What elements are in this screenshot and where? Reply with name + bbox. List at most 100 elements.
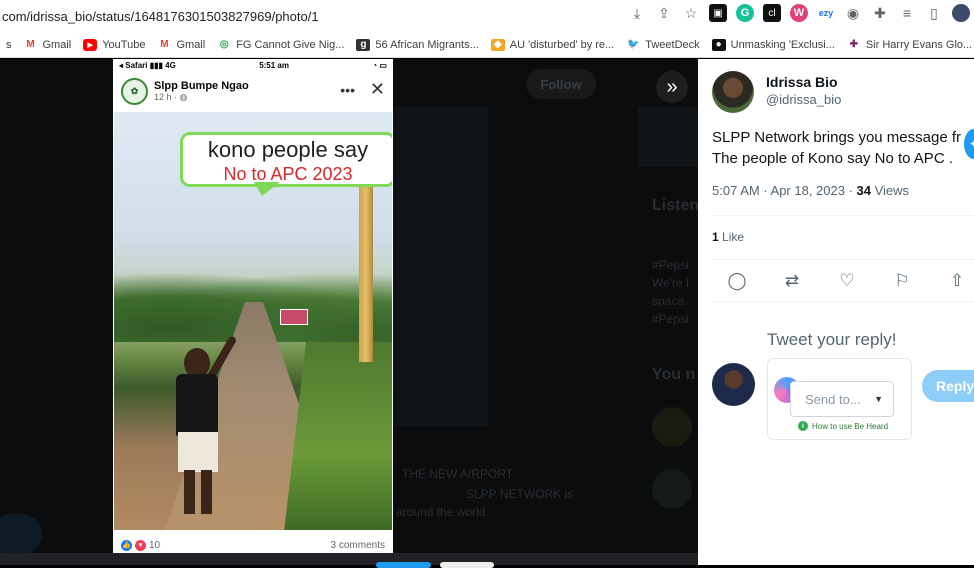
billboard-caption: kono people say No to APC 2023: [180, 132, 392, 187]
bookmark-item[interactable]: 🐦 TweetDeck: [620, 39, 705, 51]
extension-ezy-icon[interactable]: ezy: [817, 4, 835, 22]
bookmark-item[interactable]: M Gmail: [18, 39, 78, 51]
post-time: 12 h · ◍: [154, 91, 188, 102]
bookmark-star-icon[interactable]: ☆: [682, 4, 700, 22]
bookmark-item[interactable]: ◎ FG Cannot Give Nig...: [211, 39, 350, 51]
billboard-tail: [254, 182, 280, 196]
media-queue-icon[interactable]: ≡: [898, 4, 916, 22]
background-text: We're l: [652, 276, 689, 290]
reply-prompt: Tweet your reply!: [767, 330, 897, 349]
likes-label: Like: [718, 230, 745, 244]
author-avatar[interactable]: [712, 71, 754, 113]
background-text: #Pepsi: [652, 258, 689, 272]
expand-chevrons-icon[interactable]: »: [656, 71, 688, 103]
views-count: 34: [856, 183, 871, 198]
divider: [712, 301, 974, 302]
bookmark-label: AU 'disturbed' by re...: [509, 38, 615, 51]
reply-button[interactable]: Reply: [922, 370, 974, 402]
current-user-avatar[interactable]: [712, 363, 755, 406]
twitter-icon: 🐦: [626, 39, 640, 50]
bookmarks-bar: s M Gmail ▶ YouTube M Gmail ◎ FG Cannot Give…: [0, 32, 974, 58]
reaction-count: 10: [149, 539, 161, 551]
orange-icon: ◆: [490, 38, 505, 51]
fb-post-header: ✿ Slpp Bumpe Ngao 12 h · ◍ ••• ✕: [113, 72, 393, 110]
page-name: Slpp Bumpe Ngao: [154, 79, 249, 92]
billboard-photo: kono people say No to APC 2023: [114, 112, 392, 530]
extension-notion-icon[interactable]: ▣: [709, 4, 727, 22]
divider: [712, 259, 974, 260]
fb-post-footer: 👍 ♥ 10 3 comments: [113, 535, 393, 555]
bookmark-label: 56 African Migrants...: [375, 38, 479, 51]
bottom-secondary-button[interactable]: [440, 562, 494, 568]
bookmark-icon[interactable]: ⚐: [893, 271, 911, 291]
crest-icon: ✚: [849, 39, 859, 50]
caret-down-icon: ▼: [874, 394, 883, 404]
info-icon: i: [798, 421, 808, 431]
author-name[interactable]: Idrissa Bio: [766, 74, 841, 90]
man-legs: [184, 470, 212, 514]
bookmark-label: Gmail: [42, 38, 72, 51]
tweet-timestamp[interactable]: 5:07 AM · Apr 18, 2023 ·: [712, 183, 857, 198]
extension-w-icon[interactable]: W: [790, 4, 808, 22]
bookmark-item[interactable]: ✚ Sir Harry Evans Glo...: [841, 39, 974, 51]
likes-link[interactable]: 1 Like: [712, 230, 744, 244]
send-to-placeholder: Send to...: [805, 391, 861, 407]
status-time: 5:51 am: [259, 61, 289, 70]
author-handle[interactable]: @idrissa_bio: [766, 92, 841, 107]
background-tweet-image: [393, 107, 488, 427]
extension-cl-icon[interactable]: cl: [763, 4, 781, 22]
retweet-icon[interactable]: ⇄: [783, 271, 801, 291]
status-right: ◔ ▭: [372, 61, 387, 70]
extensions-puzzle-icon[interactable]: ✚: [871, 4, 889, 22]
bookmark-label: Sir Harry Evans Glo...: [865, 38, 973, 51]
extension-grammarly-icon[interactable]: G: [736, 4, 754, 22]
toolbar-icons: ⤓ ⇪ ☆ ▣ G cl W ezy ◉ ✚ ≡ ▯: [628, 4, 970, 22]
tweet-photo[interactable]: ◂ Safari ▮▮▮ 4G 5:51 am ◔ ▭ ✿ Slpp Bumpe…: [113, 59, 393, 555]
like-reaction-icon: 👍: [121, 539, 132, 551]
background-text: #Pepsi: [652, 312, 689, 326]
reply-icon[interactable]: ◯: [727, 271, 746, 291]
be-heard-help-text: How to use Be Heard: [812, 421, 889, 431]
background-text: Listen: [652, 197, 698, 214]
be-heard-widget: Send to... ▼ i How to use Be Heard: [767, 358, 912, 440]
address-bar[interactable]: com/idrissa_bio/status/16481763015038279…: [0, 0, 974, 32]
like-heart-icon[interactable]: ♡: [838, 271, 856, 291]
send-to-dropdown[interactable]: Send to... ▼: [790, 381, 894, 417]
photo-viewer-backdrop[interactable]: Follow Listen #Pepsi We're l space. #Pep…: [0, 59, 698, 565]
tweet-detail-panel: Idrissa Bio @idrissa_bio SLPP Network br…: [698, 59, 974, 565]
share-icon[interactable]: ⇪: [655, 4, 673, 22]
bookmark-item[interactable]: ◆ AU 'disturbed' by re...: [485, 38, 620, 51]
reactions: 👍 ♥ 10: [121, 539, 161, 551]
tweet-text-line: The people of Kono say No to APC .: [712, 150, 953, 167]
love-reaction-icon: ♥: [135, 539, 146, 551]
url-text[interactable]: com/idrissa_bio/status/16481763015038279…: [0, 9, 319, 24]
share-icon[interactable]: ⇧: [948, 271, 966, 291]
background-text: SLPP NETWORK is: [466, 487, 574, 501]
tweet-author[interactable]: Idrissa Bio @idrissa_bio: [712, 71, 841, 113]
side-panel-icon[interactable]: ▯: [925, 4, 943, 22]
background-avatar: [652, 469, 692, 509]
bookmark-item[interactable]: g 56 African Migrants...: [350, 38, 484, 51]
more-icon: •••: [340, 82, 355, 98]
man-shorts: [178, 432, 218, 472]
background-follow-button: Follow: [526, 69, 596, 99]
background-compose-button: [0, 514, 42, 554]
dark-news-icon: ●: [711, 38, 726, 51]
bottom-action-button[interactable]: [376, 562, 431, 568]
close-icon: ✕: [369, 79, 385, 99]
install-icon[interactable]: ⤓: [628, 4, 646, 22]
globe-green-icon: ◎: [219, 39, 229, 50]
bookmark-label: Unmasking 'Exclusi...: [730, 38, 835, 51]
bookmark-item[interactable]: s: [0, 39, 18, 51]
extension-circle-icon[interactable]: ◉: [844, 4, 862, 22]
billboard-line-1: kono people say: [207, 137, 369, 162]
tweet-text: SLPP Network brings you message fr The p…: [712, 127, 974, 169]
profile-avatar-icon[interactable]: [952, 4, 970, 22]
ios-status-bar: ◂ Safari ▮▮▮ 4G 5:51 am ◔ ▭: [113, 59, 393, 72]
bookmark-item[interactable]: ▶ YouTube: [77, 38, 151, 51]
tweet-meta: 5:07 AM · Apr 18, 2023 · 34 Views: [712, 183, 909, 198]
g-news-icon: g: [356, 38, 371, 51]
bookmark-item[interactable]: ● Unmasking 'Exclusi...: [706, 38, 841, 51]
be-heard-help-link[interactable]: i How to use Be Heard: [798, 421, 888, 431]
bookmark-item[interactable]: M Gmail: [151, 39, 211, 51]
